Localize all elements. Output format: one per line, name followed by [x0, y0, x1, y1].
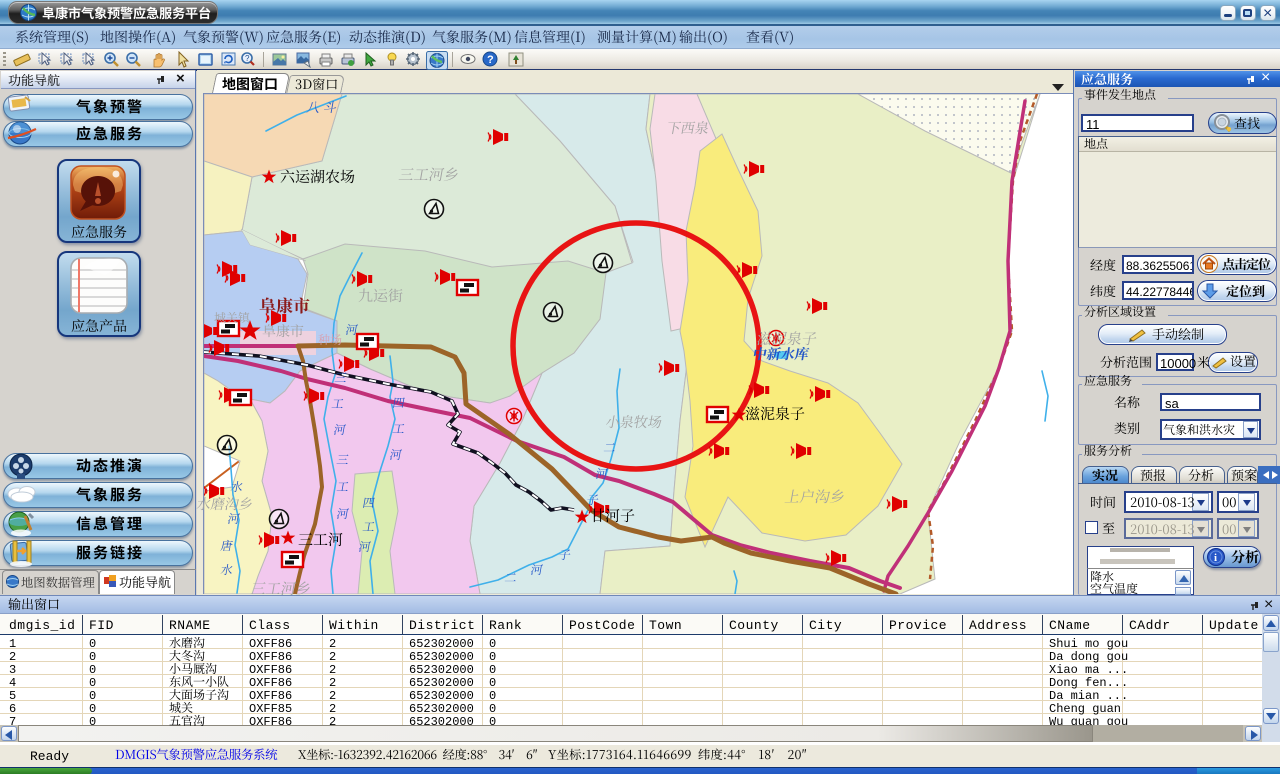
svg-text:?: ?	[487, 54, 494, 66]
svg-text:i: i	[1214, 552, 1217, 564]
svg-text:?: ?	[245, 54, 250, 63]
